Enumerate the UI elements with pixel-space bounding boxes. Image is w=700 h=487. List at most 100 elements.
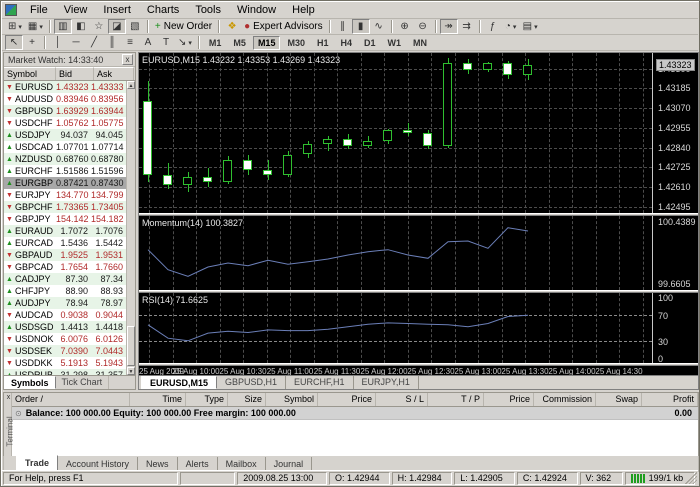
terminal-tab-trade[interactable]: Trade (16, 455, 59, 471)
data-window-button[interactable]: ◧ (72, 19, 90, 34)
symbol-row[interactable]: ▲ EURCHF 1.51586 1.51596 (4, 165, 126, 177)
symbol-row[interactable]: ▲ AUDJPY 78.94 78.97 (4, 297, 126, 309)
symbol-row[interactable]: ▼ GBPCAD 1.7654 1.7660 (4, 261, 126, 273)
zoom-out-button[interactable]: ⊖ (414, 19, 432, 34)
price-chart-panel[interactable]: 1.433001.431851.430701.429551.428401.427… (139, 53, 698, 213)
strategy-tester-button[interactable]: ▧ (126, 19, 144, 34)
metaeditor-button[interactable]: ❖ (223, 19, 241, 34)
terminal-column-price[interactable]: Price (318, 393, 376, 406)
vertical-line-button[interactable]: │ (49, 35, 67, 50)
symbol-row[interactable]: ▼ USDNOK 6.0076 6.0126 (4, 333, 126, 345)
timeframe-m1[interactable]: M1 (204, 36, 227, 50)
terminal-tab-mailbox[interactable]: Mailbox (218, 457, 266, 471)
cursor-button[interactable]: ↖ (5, 35, 23, 50)
symbol-row[interactable]: ▼ USDDKK 5.1913 5.1943 (4, 357, 126, 369)
tab-tick-chart[interactable]: Tick Chart (56, 376, 110, 389)
scroll-up-icon[interactable]: ▲ (127, 81, 135, 89)
symbol-row[interactable]: ▼ EURUSD 1.43323 1.43333 (4, 81, 126, 93)
trendline-button[interactable]: ╱ (85, 35, 103, 50)
periods-button[interactable]: ◔ ▾ (502, 19, 520, 34)
new-order-button[interactable]: + New Order (152, 19, 215, 34)
text-button[interactable]: A (139, 35, 157, 50)
symbol-row[interactable]: ▲ USDSGD 1.4413 1.4418 (4, 321, 126, 333)
timeframe-w1[interactable]: W1 (383, 36, 407, 50)
equidistant-channel-button[interactable]: ║ (103, 35, 121, 50)
zoom-in-button[interactable]: ⊕ (396, 19, 414, 34)
terminal-column-type[interactable]: Type (186, 393, 228, 406)
terminal-column-time[interactable]: Time (130, 393, 186, 406)
timeframe-m15[interactable]: M15 (252, 35, 281, 50)
timeframe-m5[interactable]: M5 (228, 36, 251, 50)
timeframe-mn[interactable]: MN (408, 36, 432, 50)
terminal-toggle-button[interactable]: ◪ (107, 19, 126, 34)
line-chart-mode-button[interactable]: ∿ (370, 19, 388, 34)
resize-grip[interactable] (685, 472, 697, 484)
rsi-panel[interactable]: 100 70 30 0 RSI(14) 71.6625 (139, 293, 698, 363)
new-chart-button[interactable]: ⊞ ▾ (5, 19, 25, 34)
column-header-symbol[interactable]: Symbol (4, 67, 56, 80)
expert-advisors-button[interactable]: ● Expert Advisors (241, 19, 326, 34)
symbol-row[interactable]: ▼ GBPJPY 154.142 154.182 (4, 213, 126, 225)
terminal-column-order[interactable]: Order / (12, 393, 130, 406)
terminal-tab-news[interactable]: News (138, 457, 178, 471)
terminal-tab-account-history[interactable]: Account History (58, 457, 139, 471)
menu-file[interactable]: File (22, 3, 56, 18)
symbol-row[interactable]: ▲ USDRUB 31.298 31.357 (4, 369, 126, 375)
chart-shift-button[interactable]: ⇉ (458, 19, 476, 34)
symbol-row[interactable]: ▲ EURAUD 1.7072 1.7076 (4, 225, 126, 237)
scroll-down-icon[interactable]: ▼ (127, 367, 135, 375)
symbol-row[interactable]: ▼ GBPCHF 1.73365 1.73405 (4, 201, 126, 213)
terminal-tab-journal[interactable]: Journal (266, 457, 313, 471)
terminal-column-sl[interactable]: S / L (376, 393, 428, 406)
navigator-button[interactable]: ☆ (90, 19, 108, 34)
text-label-button[interactable]: T (157, 35, 175, 50)
symbol-row[interactable]: ▲ CADJPY 87.30 87.34 (4, 273, 126, 285)
symbol-row[interactable]: ▼ USDCHF 1.05762 1.05775 (4, 117, 126, 129)
column-header-ask[interactable]: Ask (94, 67, 134, 80)
symbol-row[interactable]: ▲ NZDUSD 0.68760 0.68780 (4, 153, 126, 165)
terminal-column-price[interactable]: Price (484, 393, 534, 406)
symbol-row[interactable]: ▼ AUDUSD 0.83946 0.83956 (4, 93, 126, 105)
symbol-row[interactable]: ▼ AUDCAD 0.9038 0.9044 (4, 309, 126, 321)
symbol-row[interactable]: ▼ GBPUSD 1.63929 1.63944 (4, 105, 126, 117)
menu-charts[interactable]: Charts (139, 3, 187, 18)
terminal-tab-alerts[interactable]: Alerts (178, 457, 218, 471)
arrows-button[interactable]: ↘ ▾ (175, 35, 195, 50)
indicators-button[interactable]: ƒ (484, 19, 502, 34)
scroll-thumb[interactable] (127, 326, 135, 366)
terminal-column-swap[interactable]: Swap (596, 393, 642, 406)
timeframe-h4[interactable]: H4 (335, 36, 357, 50)
terminal-column-size[interactable]: Size (228, 393, 266, 406)
terminal-column-tp[interactable]: T / P (428, 393, 484, 406)
chart-tab-eurchf-h1[interactable]: EURCHF,H1 (286, 376, 354, 389)
column-header-bid[interactable]: Bid (56, 67, 94, 80)
menu-tools[interactable]: Tools (187, 3, 229, 18)
terminal-column-symbol[interactable]: Symbol (266, 393, 318, 406)
symbol-row[interactable]: ▼ GBPAUD 1.9525 1.9531 (4, 249, 126, 261)
chart-tab-gbpusd-h1[interactable]: GBPUSD,H1 (217, 376, 287, 389)
close-icon[interactable]: x (4, 394, 13, 403)
terminal-column-profit[interactable]: Profit (642, 393, 698, 406)
terminal-column-commission[interactable]: Commission (534, 393, 596, 406)
bar-chart-mode-button[interactable]: ∥ (334, 19, 352, 34)
market-watch-toggle-button[interactable]: ▥ (53, 19, 72, 34)
templates-button[interactable]: ▤ ▾ (520, 19, 541, 34)
symbol-row[interactable]: ▲ USDJPY 94.037 94.045 (4, 129, 126, 141)
menu-insert[interactable]: Insert (95, 3, 139, 18)
menu-window[interactable]: Window (229, 3, 284, 18)
horizontal-line-button[interactable]: ─ (67, 35, 85, 50)
menu-help[interactable]: Help (284, 3, 323, 18)
timeframe-d1[interactable]: D1 (359, 36, 381, 50)
symbol-row[interactable]: ▼ EURJPY 134.770 134.799 (4, 189, 126, 201)
momentum-panel[interactable]: 100.4389 99.6605 Momentum(14) 100.3827 (139, 216, 698, 290)
symbol-row[interactable]: ▲ EURGBP 0.87421 0.87430 (4, 177, 126, 189)
close-icon[interactable]: x (122, 54, 133, 65)
chart-tab-eurusd-m15[interactable]: EURUSD,M15 (141, 376, 218, 389)
auto-scroll-button[interactable]: ↠ (439, 19, 458, 34)
timeframe-m30[interactable]: M30 (282, 36, 310, 50)
candlestick-mode-button[interactable]: ▮ (351, 19, 370, 34)
fibonacci-button[interactable]: ≡ (121, 35, 139, 50)
crosshair-button[interactable]: + (23, 35, 41, 50)
symbol-row[interactable]: ▼ USDSEK 7.0390 7.0443 (4, 345, 126, 357)
symbol-row[interactable]: ▲ EURCAD 1.5436 1.5442 (4, 237, 126, 249)
